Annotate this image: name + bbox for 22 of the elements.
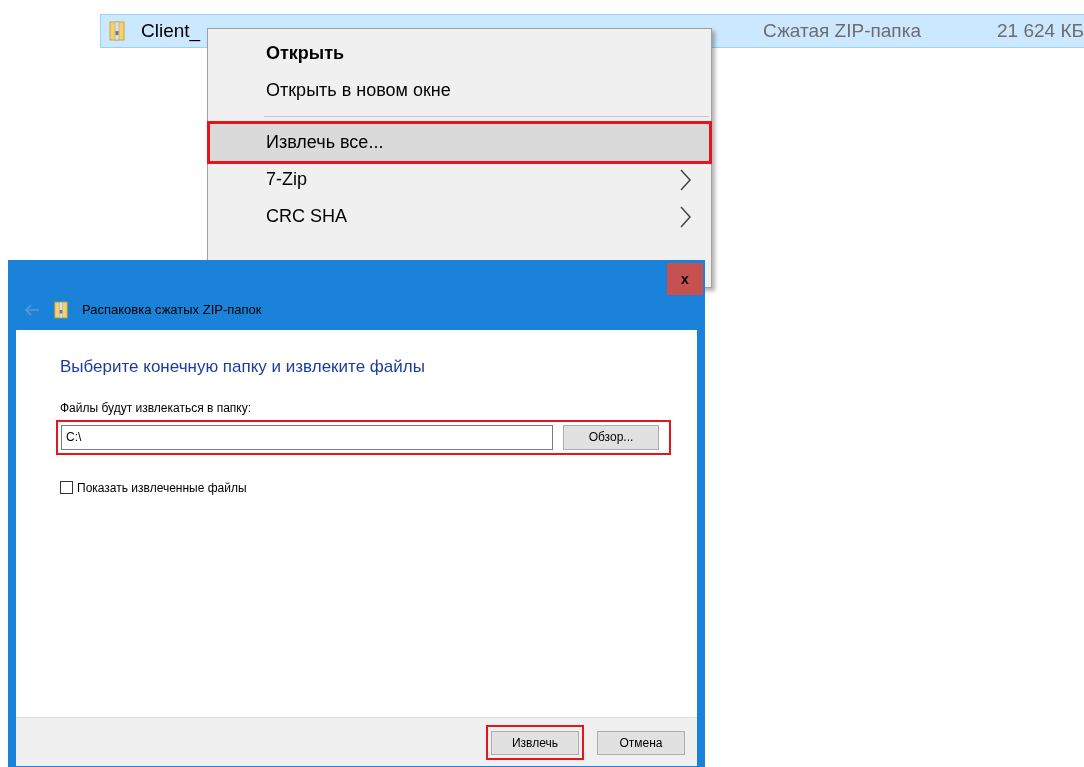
menu-item[interactable]: Открыть в новом окне <box>210 72 709 109</box>
file-size: 21 624 КБ <box>997 18 1084 43</box>
menu-item[interactable]: 7-Zip <box>210 161 709 198</box>
chevron-right-icon <box>679 168 691 191</box>
path-label: Файлы будут извлекаться в папку: <box>60 399 253 417</box>
menu-item[interactable]: Извлечь все... <box>210 124 709 161</box>
file-name: Client_ <box>141 18 201 44</box>
menu-item[interactable]: Открыть <box>210 35 709 72</box>
menu-item[interactable]: CRC SHA <box>210 198 709 235</box>
dialog-heading: Выберите конечную папку и извлеките файлы <box>60 356 426 378</box>
checkbox[interactable] <box>60 481 73 494</box>
path-field[interactable]: C:\ <box>61 424 553 450</box>
dialog-title: Распаковка сжатых ZIP-папок <box>82 301 262 319</box>
file-type: Сжатая ZIP-папка <box>763 18 921 43</box>
dialog-button[interactable]: Отмена <box>597 730 685 755</box>
zip-folder-icon <box>54 300 68 319</box>
checkbox-label: Показать извлеченные файлы <box>77 479 247 497</box>
zip-folder-icon <box>109 20 125 42</box>
close-button[interactable]: x <box>667 263 703 295</box>
dialog-button[interactable]: Извлечь <box>491 730 579 755</box>
browse-button[interactable]: Обзор... <box>563 424 659 450</box>
chevron-right-icon <box>679 205 691 228</box>
